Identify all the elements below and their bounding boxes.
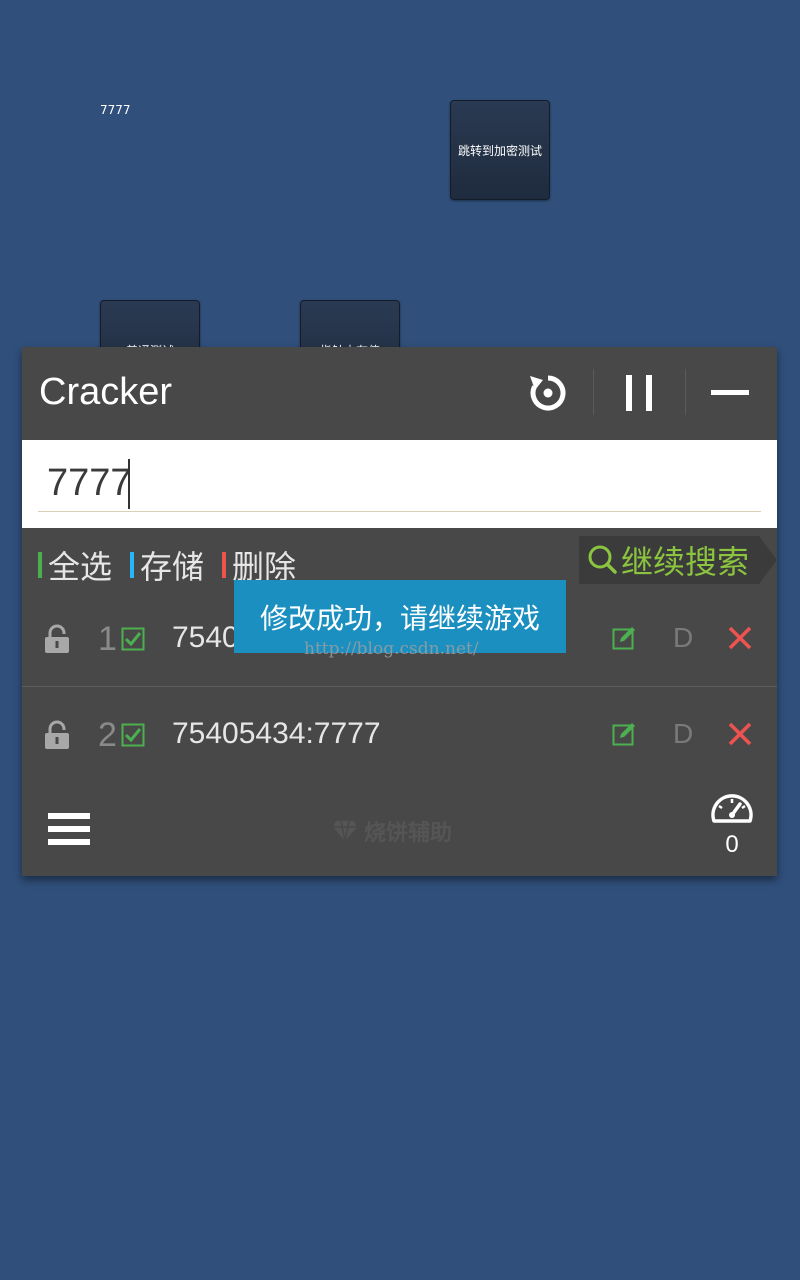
- lock-icon[interactable]: [44, 624, 70, 654]
- app-title: Cracker: [39, 371, 173, 413]
- checkbox-checked-icon[interactable]: [121, 723, 145, 747]
- store-button[interactable]: 存储: [130, 542, 204, 588]
- jump-to-encrypt-test-button[interactable]: 跳转到加密测试: [450, 100, 550, 200]
- menu-icon[interactable]: [48, 811, 90, 847]
- watermark-text: http://blog.csdn.net/: [304, 639, 479, 659]
- continue-search-label: 继续搜索: [621, 543, 750, 581]
- pause-button[interactable]: [611, 363, 669, 423]
- header-divider: [593, 369, 594, 415]
- value-label: 7777: [100, 103, 131, 117]
- store-label: 存储: [140, 548, 205, 586]
- select-all-marker: [38, 552, 42, 578]
- brand-name: 烧饼辅助: [364, 821, 453, 846]
- speedometer-icon: [711, 794, 753, 823]
- result-index: 2: [98, 716, 117, 754]
- continue-search-button[interactable]: 继续搜索: [579, 536, 777, 584]
- text-caret: [128, 459, 130, 509]
- lock-icon[interactable]: [44, 720, 70, 750]
- minimize-button[interactable]: [702, 363, 760, 423]
- select-all-label: 全选: [48, 548, 113, 586]
- speed-control[interactable]: 0: [708, 793, 756, 859]
- search-input[interactable]: [38, 456, 761, 512]
- panel-header: Cracker: [22, 347, 777, 440]
- result-row: 2 75405434:7777 D: [22, 688, 777, 783]
- store-marker: [130, 552, 134, 578]
- reset-icon: [530, 375, 566, 411]
- brand-logo: 烧饼辅助: [332, 815, 452, 847]
- result-index: 1: [98, 620, 117, 658]
- data-type-flag[interactable]: D: [673, 718, 693, 750]
- panel-footer: 烧饼辅助 0: [22, 783, 777, 876]
- action-bar: 全选 存储 删除 继续搜索: [22, 528, 777, 588]
- data-type-flag[interactable]: D: [673, 622, 693, 654]
- pause-icon: [626, 375, 652, 411]
- edit-icon[interactable]: [612, 721, 638, 747]
- cracker-panel: Cracker 全选: [22, 347, 777, 876]
- reset-button[interactable]: [519, 363, 577, 423]
- result-address: 75405434:7777: [172, 717, 381, 750]
- checkbox-checked-icon[interactable]: [121, 627, 145, 651]
- close-icon[interactable]: [728, 722, 752, 746]
- speed-value: 0: [725, 831, 739, 858]
- minimize-icon: [711, 390, 749, 395]
- search-icon: [588, 545, 617, 574]
- delete-marker: [222, 552, 226, 578]
- header-divider: [685, 369, 686, 415]
- diamond-icon: [333, 820, 357, 842]
- close-icon[interactable]: [728, 626, 752, 650]
- select-all-button[interactable]: 全选: [38, 542, 112, 588]
- edit-icon[interactable]: [612, 625, 638, 651]
- search-area: [22, 440, 777, 528]
